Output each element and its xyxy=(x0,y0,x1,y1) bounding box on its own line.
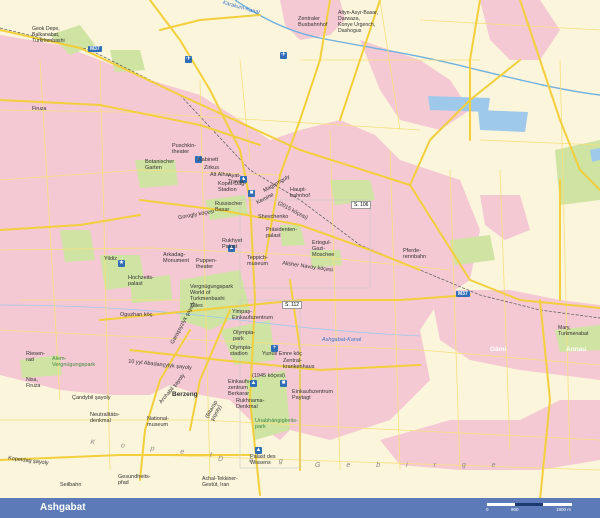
street-label: Yunus Emre köç xyxy=(262,351,303,357)
place-label: Seilbahn xyxy=(60,482,82,488)
map-title: Ashgabat xyxy=(40,502,86,513)
map-ref-label: S. 106 xyxy=(351,201,372,209)
place-label: Rukhnama- Denkmal xyxy=(236,398,265,411)
monument-icon: ▲ xyxy=(250,380,257,387)
place-label: Gesundheits- pfad xyxy=(118,474,151,487)
direction-label: Altyn-Asyr-Basar, Darwaza, Konye Urgench… xyxy=(338,10,379,34)
place-label: Riesen- rad xyxy=(26,351,45,364)
place-label: Kabinett xyxy=(198,157,219,163)
direction-label: Firuza xyxy=(32,106,47,112)
direction-label: Nisa, Firuza xyxy=(26,377,41,389)
airport-icon: ✈ xyxy=(280,52,287,59)
place-label: Olympia- park xyxy=(233,330,256,343)
street-label: Shevchenko xyxy=(258,214,289,220)
district-label: Berzeng xyxy=(172,391,198,398)
direction-label: Achal-Tekkiner- Gestüt, Iran xyxy=(202,476,238,488)
terrain-label: G e b i r g e xyxy=(315,462,508,469)
place-label: Yildiz xyxy=(104,256,117,262)
place-label: Unabhängigkeits- park xyxy=(255,418,298,431)
canal-label: Ashgabat-Kanal xyxy=(322,337,362,343)
place-label: Hochzeits- palast xyxy=(128,275,154,288)
street-label: Oguzhan köç. xyxy=(120,312,154,318)
road-badge: M37 xyxy=(88,46,102,52)
place-label: Zentraler Busbahnhof xyxy=(298,16,328,29)
museum-icon: ▲ xyxy=(255,447,262,454)
place-label: Olympia- stadion xyxy=(230,345,253,358)
place-label: Ayat- Travel xyxy=(228,173,244,186)
bus-icon: ■ xyxy=(248,190,255,197)
place-label: National- museum xyxy=(147,416,170,429)
district-label: Annau xyxy=(566,346,587,353)
place-label: Arkadag- Monument xyxy=(163,252,189,265)
map-ref-label: S. 112 xyxy=(282,301,303,309)
direction-label: Mary, Turkmenabat xyxy=(558,325,589,337)
direction-label: Geok Depe, Balkanabat, Turkmenbashi xyxy=(32,26,65,44)
place-label: Russischer Basar xyxy=(215,201,243,214)
place-label: Einkaufs- zentrum Berkarar xyxy=(228,379,251,398)
place-label: Yimpaş- Einkaufszentrum xyxy=(232,309,273,322)
place-label: Alem- Vergnügungspark xyxy=(52,356,96,369)
place-label: Haupt- bahnhof xyxy=(290,187,310,200)
place-label: Rukhyet Palast xyxy=(222,238,243,251)
street-label: (1945 köçesi) xyxy=(252,373,286,379)
place-label: Teppich- museum xyxy=(247,255,269,268)
place-label: Puschkin- theater xyxy=(172,143,197,156)
airport-icon: ✈ xyxy=(185,56,192,63)
place-label: Neutralitäts- denkmal xyxy=(90,412,120,425)
tourist-icon: ★ xyxy=(118,260,125,267)
map: ✈ ✈ i ▲ ■ ▲ + ▲ ■ ★ ▲ M37 M37 S. 106 S. … xyxy=(0,0,600,518)
place-label: Botanischer Garten xyxy=(145,159,175,172)
place-label: Alt Alha xyxy=(210,172,229,178)
shopping-icon: ■ xyxy=(280,380,287,387)
scale-label-2: 1800 m xyxy=(556,507,572,512)
scale-label-0: 0 xyxy=(486,507,489,512)
place-label: Zentral- krankenhaus xyxy=(283,358,315,371)
road-badge: M37 xyxy=(456,291,470,297)
scale-bar xyxy=(487,503,572,506)
place-label: Ertogul- Gazi- Moschee xyxy=(312,240,335,259)
scale-label-1: 900 xyxy=(511,507,519,512)
district-label: Gämi xyxy=(490,346,507,353)
place-label: Pferde- rennbahn xyxy=(403,248,427,261)
place-label: Zirkus xyxy=(204,165,219,171)
footer-bar: Ashgabat xyxy=(0,498,600,518)
place-label: Einkaufszentrum Paytagt xyxy=(292,389,333,402)
street-label: Çandybil şayoly xyxy=(72,395,111,401)
place-label: Puppen- theater xyxy=(196,258,217,271)
place-label: Präsidenten- palast xyxy=(266,227,298,240)
